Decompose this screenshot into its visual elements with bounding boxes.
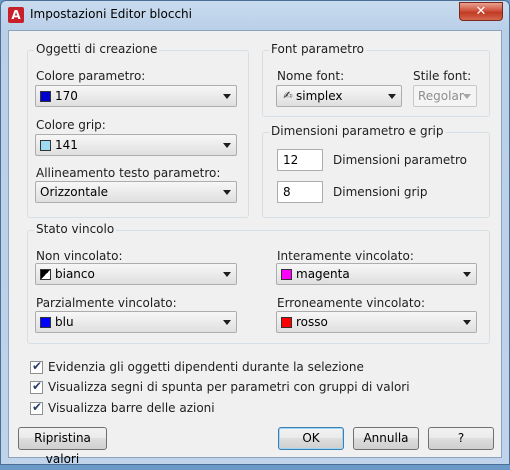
colore-parametro-label: Colore parametro: (36, 69, 146, 83)
allineamento-value: Orizzontale (40, 185, 109, 199)
color-swatch (281, 269, 292, 280)
help-button[interactable]: ? (428, 427, 494, 450)
color-swatch (40, 140, 51, 151)
dimensioni-grip-input[interactable]: 8 (277, 181, 323, 203)
dimensioni-parametro-value: 12 (283, 153, 299, 167)
chevron-down-icon (223, 143, 231, 148)
interamente-vincolato-label: Interamente vincolato: (277, 249, 414, 263)
group-dimensioni: Dimensioni parametro e grip (262, 124, 490, 218)
dialog-client-area: Oggetti di creazione Colore parametro: 1… (8, 30, 502, 466)
chevron-down-icon (463, 320, 471, 325)
colore-parametro-value: 170 (55, 89, 78, 103)
window-title: Impostazioni Editor blocchi (30, 7, 192, 21)
dimensioni-grip-value: 8 (283, 185, 291, 199)
colore-grip-label: Colore grip: (36, 118, 106, 132)
color-swatch (40, 91, 51, 102)
allineamento-dropdown[interactable]: Orizzontale (35, 181, 237, 203)
erroneamente-vincolato-value: rosso (296, 315, 328, 329)
interamente-vincolato-dropdown[interactable]: magenta (276, 263, 477, 285)
chevron-down-icon (463, 94, 471, 99)
non-vincolato-label: Non vincolato: (36, 249, 123, 263)
chevron-down-icon (223, 94, 231, 99)
font-icon: ✍ (283, 89, 293, 102)
chevron-down-icon (463, 272, 471, 277)
group-title-oggetti: Oggetti di creazione (34, 42, 160, 56)
evidenzia-checkbox[interactable]: ✔ (30, 359, 43, 374)
non-vincolato-value: bianco (55, 267, 95, 281)
stile-font-dropdown: Regolar (413, 85, 477, 107)
parzialmente-vincolato-value: blu (55, 315, 74, 329)
autocad-logo-icon: A (8, 7, 24, 23)
non-vincolato-dropdown[interactable]: bianco (35, 263, 237, 285)
chevron-down-icon (223, 272, 231, 277)
close-button[interactable]: ✕ (459, 2, 503, 21)
erroneamente-vincolato-dropdown[interactable]: rosso (276, 311, 477, 333)
chevron-down-icon (388, 94, 396, 99)
checkmark-icon: ✔ (32, 359, 43, 373)
evidenzia-label[interactable]: Evidenzia gli oggetti dipendenti durante… (48, 360, 364, 374)
ok-button[interactable]: OK (278, 427, 344, 450)
colore-parametro-dropdown[interactable]: 170 (35, 85, 237, 107)
parzialmente-vincolato-label: Parzialmente vincolato: (36, 296, 177, 310)
barre-azioni-checkbox[interactable]: ✔ (30, 400, 43, 415)
stile-font-value: Regolar (418, 89, 464, 103)
barre-azioni-label[interactable]: Visualizza barre delle azioni (48, 401, 215, 415)
allineamento-label: Allineamento testo parametro: (36, 166, 221, 180)
dimensioni-grip-label: Dimensioni grip (333, 185, 428, 199)
color-swatch (40, 317, 51, 328)
dimensioni-parametro-input[interactable]: 12 (277, 149, 323, 171)
ripristina-valori-button[interactable]: Ripristina valori (18, 427, 107, 466)
interamente-vincolato-value: magenta (296, 267, 350, 281)
chevron-down-icon (223, 320, 231, 325)
erroneamente-vincolato-label: Erroneamente vincolato: (277, 296, 425, 310)
group-title-stato: Stato vincolo (34, 222, 117, 236)
checkmark-icon: ✔ (32, 400, 43, 414)
group-title-dimensioni: Dimensioni parametro e grip (269, 124, 446, 138)
colore-grip-value: 141 (55, 138, 78, 152)
group-title-font: Font parametro (269, 42, 366, 56)
spunta-checkbox[interactable]: ✔ (30, 379, 43, 394)
spunta-label[interactable]: Visualizza segni di spunta per parametri… (48, 380, 410, 394)
nome-font-dropdown[interactable]: ✍ simplex (276, 85, 402, 107)
checkmark-icon: ✔ (32, 379, 43, 393)
stile-font-label: Stile font: (413, 69, 472, 83)
colore-grip-dropdown[interactable]: 141 (35, 134, 237, 156)
annulla-button[interactable]: Annulla (353, 427, 419, 450)
color-swatch (281, 317, 292, 328)
title-bar: A Impostazioni Editor blocchi ✕ (1, 1, 509, 29)
nome-font-label: Nome font: (277, 69, 345, 83)
chevron-down-icon (223, 190, 231, 195)
dialog-window: A Impostazioni Editor blocchi ✕ Oggetti … (0, 0, 510, 466)
color-swatch (40, 269, 51, 280)
parzialmente-vincolato-dropdown[interactable]: blu (35, 311, 237, 333)
nome-font-value: simplex (296, 89, 343, 103)
dimensioni-parametro-label: Dimensioni parametro (333, 153, 467, 167)
